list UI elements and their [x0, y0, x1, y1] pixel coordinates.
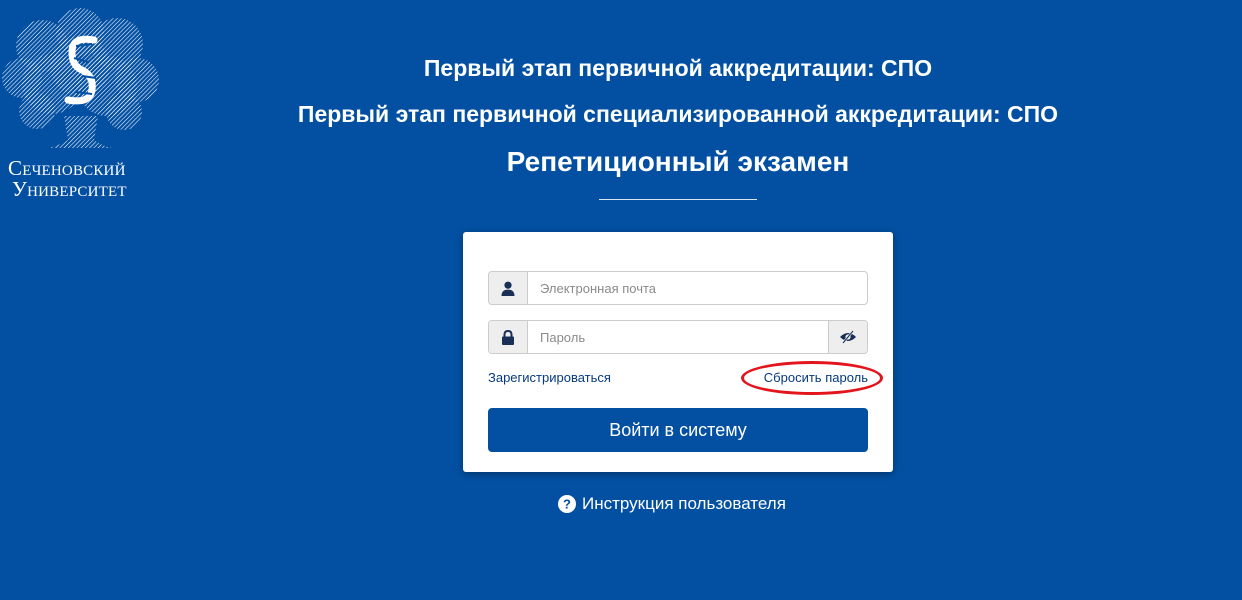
- password-field-group: [488, 320, 868, 354]
- email-field-group: [488, 271, 868, 305]
- eye-slash-icon: [840, 330, 856, 344]
- password-addon: [489, 321, 528, 353]
- password-visibility-toggle[interactable]: [828, 321, 867, 353]
- login-card: Зарегистрироваться Сбросить пароль Войти…: [463, 232, 893, 472]
- email-addon: [489, 272, 528, 304]
- page-title-primary: Первый этап первичной аккредитации: СПО: [423, 55, 933, 81]
- page-title-exam: Репетиционный экзамен: [506, 146, 850, 177]
- user-icon: [501, 281, 515, 296]
- title-divider: [599, 199, 757, 200]
- password-input[interactable]: [528, 321, 828, 353]
- page-title-specialized: Первый этап первичной специализированной…: [297, 101, 1059, 127]
- reset-password-link[interactable]: Сбросить пароль: [764, 370, 868, 385]
- svg-text:?: ?: [563, 497, 571, 512]
- question-circle-icon: ?: [558, 495, 576, 513]
- email-input[interactable]: [528, 272, 867, 304]
- login-button[interactable]: Войти в систему: [488, 408, 868, 452]
- user-manual-link[interactable]: ? Инструкция пользователя: [558, 494, 786, 514]
- user-manual-label: Инструкция пользователя: [582, 494, 786, 513]
- auth-links: Зарегистрироваться Сбросить пароль: [488, 370, 868, 390]
- register-link[interactable]: Зарегистрироваться: [488, 370, 611, 385]
- lock-icon: [502, 329, 514, 345]
- logo-text-line2: Университет: [12, 177, 127, 201]
